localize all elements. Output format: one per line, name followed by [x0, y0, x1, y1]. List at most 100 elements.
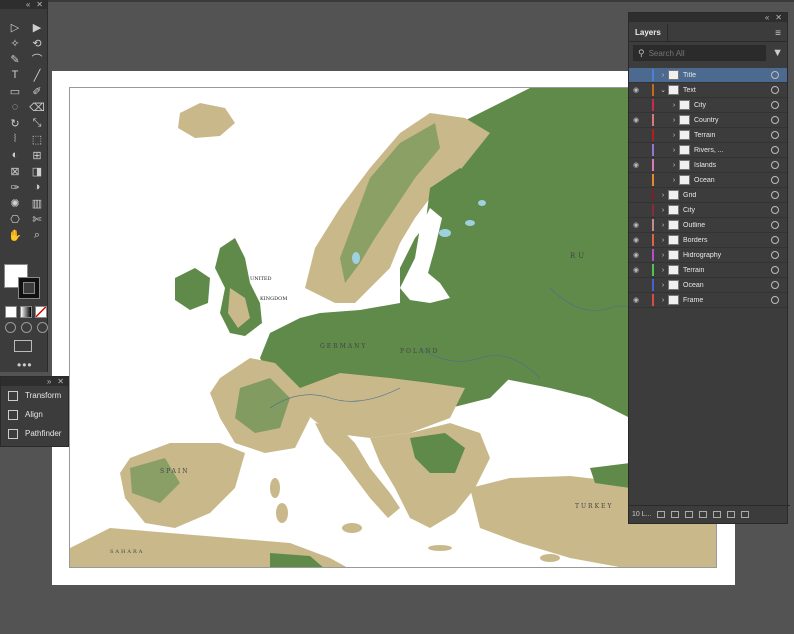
- visibility-eye-icon[interactable]: ◉: [629, 296, 643, 304]
- chevron-right-icon[interactable]: ›: [669, 162, 679, 169]
- layer-row[interactable]: › Terrain: [629, 128, 787, 143]
- chevron-right-icon[interactable]: ›: [658, 252, 668, 259]
- eyedropper-tool-icon[interactable]: ✑: [5, 179, 25, 195]
- target-icon[interactable]: [771, 161, 779, 169]
- layer-row[interactable]: ◉ › Borders: [629, 233, 787, 248]
- new-sublayer-icon[interactable]: [713, 511, 722, 518]
- rotate-tool-icon[interactable]: ↻: [5, 115, 25, 131]
- target-icon[interactable]: [771, 296, 779, 304]
- visibility-eye-icon[interactable]: ◉: [629, 116, 643, 124]
- direct-selection-tool-icon[interactable]: ▶: [27, 19, 47, 35]
- visibility-eye-icon[interactable]: ◉: [629, 236, 643, 244]
- symbol-sprayer-tool-icon[interactable]: ✺: [5, 195, 25, 211]
- fill-stroke-swatches[interactable]: [4, 264, 40, 300]
- chevron-right-icon[interactable]: ›: [669, 132, 679, 139]
- target-icon[interactable]: [771, 146, 779, 154]
- chevron-right-icon[interactable]: ›: [669, 117, 679, 124]
- shaper-tool-icon[interactable]: ◌: [5, 99, 25, 115]
- layer-row[interactable]: › Ocean: [629, 278, 787, 293]
- perspective-grid-tool-icon[interactable]: ⊞: [27, 147, 47, 163]
- pen-tool-icon[interactable]: ✎: [5, 51, 25, 67]
- layer-row[interactable]: ◉ › Hidrography: [629, 248, 787, 263]
- chevron-right-icon[interactable]: ›: [658, 222, 668, 229]
- free-transform-tool-icon[interactable]: ⬚: [27, 131, 47, 147]
- target-icon[interactable]: [771, 86, 779, 94]
- collapse-icon[interactable]: »: [47, 377, 51, 386]
- stroke-swatch[interactable]: [18, 277, 40, 299]
- pathfinder-panel-button[interactable]: Pathfinder: [1, 424, 68, 443]
- draw-normal-icon[interactable]: [5, 322, 16, 333]
- search-input[interactable]: [648, 48, 749, 58]
- layer-row[interactable]: › Ocean: [629, 173, 787, 188]
- artboard-tool-icon[interactable]: ⎔: [5, 211, 25, 227]
- layer-row[interactable]: ◉ ⌄ Text: [629, 83, 787, 98]
- curvature-tool-icon[interactable]: ⌒: [27, 51, 47, 67]
- visibility-eye-icon[interactable]: ◉: [629, 161, 643, 169]
- panel-menu-icon[interactable]: ≡: [769, 28, 787, 41]
- chevron-right-icon[interactable]: ›: [658, 282, 668, 289]
- scale-tool-icon[interactable]: ⤡: [27, 115, 47, 131]
- collapse-icon[interactable]: «: [26, 0, 30, 9]
- chevron-right-icon[interactable]: ›: [658, 237, 668, 244]
- visibility-eye-icon[interactable]: ◉: [629, 266, 643, 274]
- transform-panel-button[interactable]: Transform: [1, 386, 68, 405]
- layer-row[interactable]: › City: [629, 203, 787, 218]
- eraser-tool-icon[interactable]: ⌫: [27, 99, 47, 115]
- column-graph-tool-icon[interactable]: ▥: [27, 195, 47, 211]
- europe-map[interactable]: UNITED KINGDOM GERMANY POLAND SPAIN TURK…: [69, 87, 717, 568]
- target-icon[interactable]: [771, 71, 779, 79]
- layer-row[interactable]: ◉ › Terrain: [629, 263, 787, 278]
- close-icon[interactable]: ✕: [57, 377, 64, 386]
- layer-row[interactable]: ◉ › Islands: [629, 158, 787, 173]
- draw-inside-icon[interactable]: [37, 322, 48, 333]
- paintbrush-tool-icon[interactable]: ✐: [27, 83, 47, 99]
- target-icon[interactable]: [771, 131, 779, 139]
- lasso-tool-icon[interactable]: ⟲: [27, 35, 47, 51]
- blend-tool-icon[interactable]: ◑: [27, 179, 47, 195]
- visibility-eye-icon[interactable]: ◉: [629, 221, 643, 229]
- target-icon[interactable]: [771, 236, 779, 244]
- target-icon[interactable]: [771, 101, 779, 109]
- layer-row[interactable]: › Title: [629, 68, 787, 83]
- clipping-mask-icon[interactable]: [699, 511, 708, 518]
- filter-icon[interactable]: ▼: [772, 47, 783, 59]
- chevron-right-icon[interactable]: ›: [669, 147, 679, 154]
- chevron-right-icon[interactable]: ›: [669, 177, 679, 184]
- collapse-icon[interactable]: «: [765, 13, 769, 22]
- gradient-tool-icon[interactable]: ◨: [27, 163, 47, 179]
- target-icon[interactable]: [771, 191, 779, 199]
- layer-row[interactable]: › Grid: [629, 188, 787, 203]
- align-panel-button[interactable]: Align: [1, 405, 68, 424]
- target-icon[interactable]: [771, 206, 779, 214]
- layer-row[interactable]: ◉ › Outline: [629, 218, 787, 233]
- type-tool-icon[interactable]: T: [5, 67, 25, 83]
- color-mode-icon[interactable]: [5, 306, 17, 318]
- target-icon[interactable]: [771, 281, 779, 289]
- hand-tool-icon[interactable]: ✋: [5, 227, 25, 243]
- export-icon[interactable]: [671, 511, 680, 518]
- chevron-right-icon[interactable]: ›: [658, 192, 668, 199]
- visibility-eye-icon[interactable]: ◉: [629, 251, 643, 259]
- chevron-right-icon[interactable]: ›: [658, 72, 668, 79]
- target-icon[interactable]: [771, 221, 779, 229]
- close-icon[interactable]: ✕: [775, 13, 782, 22]
- chevron-right-icon[interactable]: ›: [658, 267, 668, 274]
- target-icon[interactable]: [771, 116, 779, 124]
- chevron-down-icon[interactable]: ⌄: [658, 86, 668, 94]
- chevron-right-icon[interactable]: ›: [669, 102, 679, 109]
- gradient-mode-icon[interactable]: [20, 306, 32, 318]
- collect-export-icon[interactable]: [657, 511, 666, 518]
- more-tools-icon[interactable]: •••: [17, 358, 33, 372]
- target-icon[interactable]: [771, 251, 779, 259]
- mesh-tool-icon[interactable]: ⊠: [5, 163, 25, 179]
- new-layer-icon[interactable]: [727, 511, 736, 518]
- layer-row[interactable]: ◉ › Frame: [629, 293, 787, 308]
- chevron-right-icon[interactable]: ›: [658, 297, 668, 304]
- selection-tool-icon[interactable]: ▷: [5, 19, 25, 35]
- layers-titlebar[interactable]: «✕: [629, 13, 787, 22]
- tools-titlebar[interactable]: «✕: [0, 0, 47, 9]
- zoom-tool-icon[interactable]: ⌕: [27, 227, 47, 243]
- tab-layers[interactable]: Layers: [629, 24, 668, 41]
- visibility-eye-icon[interactable]: ◉: [629, 86, 643, 94]
- locate-object-icon[interactable]: [685, 511, 694, 518]
